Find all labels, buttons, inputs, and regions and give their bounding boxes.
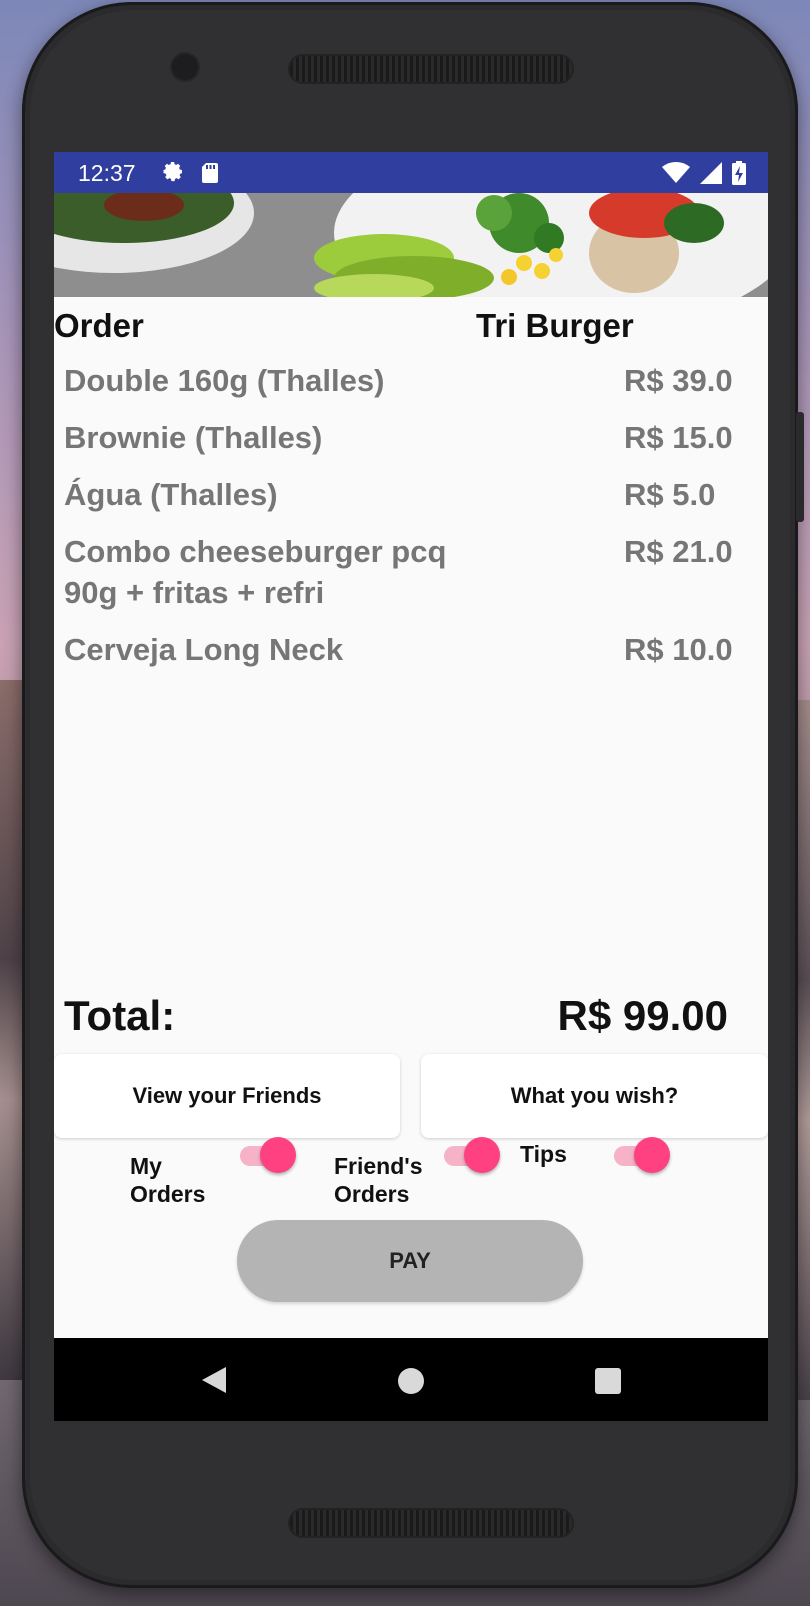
app-screen: 12:37 Order Tri Burger Double 160g (Thal… xyxy=(54,152,768,1421)
status-icons-right xyxy=(662,161,746,190)
home-icon[interactable] xyxy=(398,1368,424,1394)
toggle-label-line: Orders xyxy=(334,1181,410,1207)
signal-icon xyxy=(700,162,722,189)
my-orders-label: My Orders xyxy=(130,1152,205,1208)
what-you-wish-button[interactable]: What you wish? xyxy=(421,1054,768,1138)
navigation-bar xyxy=(54,1338,768,1421)
order-title: Order xyxy=(54,307,144,344)
restaurant-name: Tri Burger xyxy=(476,307,634,344)
my-orders-toggle[interactable] xyxy=(240,1136,296,1176)
power-button xyxy=(796,412,804,522)
toggle-thumb xyxy=(260,1137,296,1173)
toggle-label-line: Tips xyxy=(520,1141,567,1167)
food-banner-image xyxy=(54,193,768,297)
front-camera xyxy=(172,54,198,80)
battery-charging-icon xyxy=(732,161,746,190)
view-friends-button[interactable]: View your Friends xyxy=(54,1054,400,1138)
status-icons-left xyxy=(162,161,220,190)
status-bar: 12:37 xyxy=(54,152,768,193)
top-speaker xyxy=(290,56,572,82)
list-item: Água (Thalles) R$ 5.0 xyxy=(64,474,754,515)
item-name: Combo cheeseburger pcq 90g + fritas + re… xyxy=(64,534,447,610)
tips-label: Tips xyxy=(520,1140,567,1168)
list-item: Combo cheeseburger pcq 90g + fritas + re… xyxy=(64,531,754,613)
item-name: Cerveja Long Neck xyxy=(64,632,344,667)
friends-orders-toggle[interactable] xyxy=(444,1136,500,1176)
bottom-speaker xyxy=(290,1510,572,1536)
item-price: R$ 15.0 xyxy=(624,420,733,455)
order-header: Order Tri Burger xyxy=(54,307,768,351)
item-price: R$ 5.0 xyxy=(624,477,716,512)
item-price: R$ 39.0 xyxy=(624,363,733,398)
list-item: Cerveja Long Neck R$ 10.0 xyxy=(64,629,754,670)
order-items-list: Double 160g (Thalles) R$ 39.0 Brownie (T… xyxy=(64,360,754,686)
recent-apps-icon[interactable] xyxy=(595,1368,621,1394)
toggle-label-line: Orders xyxy=(130,1181,206,1207)
total-value: R$ 99.00 xyxy=(557,992,728,1039)
item-name: Double 160g (Thalles) xyxy=(64,363,385,398)
item-name: Água (Thalles) xyxy=(64,477,278,512)
pay-button[interactable]: PAY xyxy=(237,1220,583,1302)
item-price: R$ 10.0 xyxy=(624,632,733,667)
toggle-thumb xyxy=(634,1137,670,1173)
toggle-thumb xyxy=(464,1137,500,1173)
status-time: 12:37 xyxy=(78,160,136,186)
list-item: Brownie (Thalles) R$ 15.0 xyxy=(64,417,754,458)
total-label: Total: xyxy=(64,992,176,1039)
wifi-icon xyxy=(662,162,690,189)
sd-card-icon xyxy=(200,161,220,190)
list-item: Double 160g (Thalles) R$ 39.0 xyxy=(64,360,754,401)
item-price: R$ 21.0 xyxy=(624,534,733,569)
gear-icon xyxy=(162,161,186,190)
toggle-label-line: Friend's xyxy=(334,1153,423,1179)
tips-toggle[interactable] xyxy=(614,1136,670,1176)
item-name: Brownie (Thalles) xyxy=(64,420,323,455)
friends-orders-label: Friend's Orders xyxy=(334,1152,423,1208)
toggle-label-line: My xyxy=(130,1153,162,1179)
back-icon[interactable] xyxy=(200,1365,228,1400)
